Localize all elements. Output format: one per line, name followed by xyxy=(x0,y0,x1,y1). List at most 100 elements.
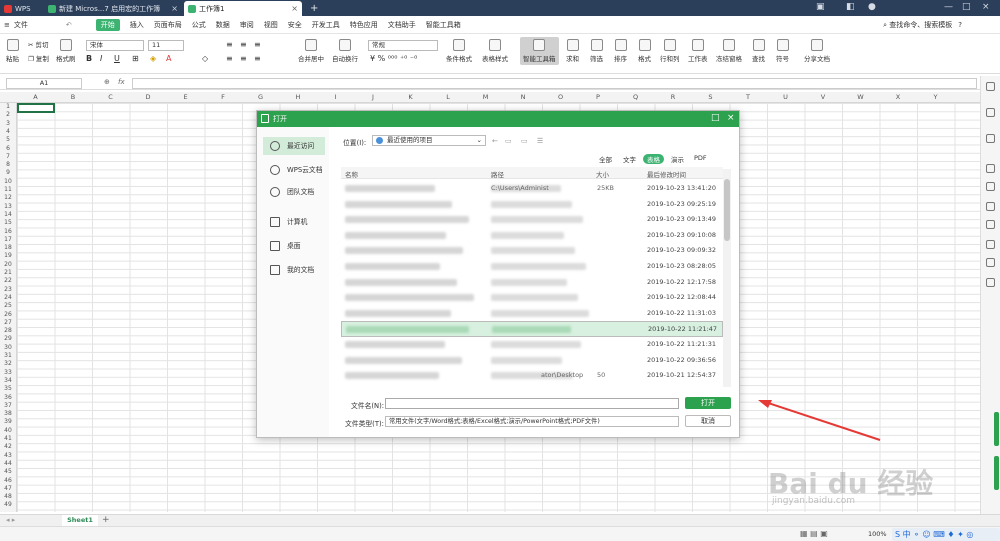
sidebar-item-desktop[interactable]: 桌面 xyxy=(263,237,325,255)
column-header[interactable]: C xyxy=(92,93,129,101)
column-header[interactable]: G xyxy=(242,93,279,101)
row-header[interactable]: 25 xyxy=(0,302,16,309)
column-header[interactable]: H xyxy=(280,93,317,101)
row-header[interactable]: 26 xyxy=(0,311,16,318)
column-header[interactable]: R xyxy=(655,93,692,101)
header-date[interactable]: 最后修改时间 xyxy=(647,169,686,179)
conditional-format-button[interactable]: 条件格式 xyxy=(446,39,472,63)
row-header[interactable]: 20 xyxy=(0,261,16,268)
tab-workbook1[interactable]: 工作簿1 × xyxy=(184,1,302,16)
find-button[interactable]: 查找 xyxy=(752,39,765,63)
tab-wps-home[interactable]: WPS xyxy=(0,1,44,16)
cancel-button[interactable]: 取消 xyxy=(685,415,731,427)
column-header[interactable]: M xyxy=(467,93,504,101)
avatar-icon[interactable]: ● xyxy=(868,2,876,12)
row-header[interactable]: 29 xyxy=(0,335,16,342)
row-header[interactable]: 36 xyxy=(0,394,16,401)
align-middle-icon[interactable]: ≡ xyxy=(240,40,247,49)
filetype-select[interactable]: 常用文件(文字/Word格式;表格/Excel格式;演示/PowerPoint格… xyxy=(385,416,679,427)
sum-button[interactable]: 求和 xyxy=(566,39,579,63)
underline-button[interactable]: U xyxy=(114,54,120,63)
panel-tool-icon[interactable] xyxy=(986,278,995,287)
dialog-close-icon[interactable]: × xyxy=(727,113,735,123)
menu-view[interactable]: 视图 xyxy=(264,20,278,30)
view-menu-icon[interactable]: ☰ xyxy=(537,137,543,145)
fill-color-icon[interactable]: ◈ xyxy=(150,54,156,63)
file-row[interactable]: 2019-10-22 11:21:31 xyxy=(341,337,723,353)
tab-macro-workbook[interactable]: 新建 Micros...7 启用宏的工作簿 × xyxy=(44,1,182,16)
file-row[interactable]: 2019-10-22 09:36:56 xyxy=(341,353,723,369)
sidebar-item-recent[interactable]: 最近访问 xyxy=(263,137,325,155)
row-header[interactable]: 23 xyxy=(0,286,16,293)
column-header[interactable]: T xyxy=(730,93,767,101)
sheet-tab-sheet1[interactable]: Sheet1 xyxy=(62,515,98,526)
format-button[interactable]: 格式 xyxy=(638,39,651,63)
filter-pdf[interactable]: PDF xyxy=(694,154,707,162)
copy-button[interactable]: ❐ 复制 xyxy=(28,53,49,63)
font-color-icon[interactable]: A xyxy=(166,54,171,63)
close-window-icon[interactable]: × xyxy=(982,2,990,12)
menu-review[interactable]: 审阅 xyxy=(240,20,254,30)
column-header[interactable]: L xyxy=(430,93,467,101)
scroll-thumb[interactable] xyxy=(724,179,730,241)
filter-all[interactable]: 全部 xyxy=(599,154,612,164)
column-header[interactable]: D xyxy=(130,93,167,101)
sidebar-item-wps-cloud[interactable]: WPS云文档 xyxy=(263,161,325,179)
bold-button[interactable]: B xyxy=(86,54,92,63)
row-header[interactable]: 28 xyxy=(0,327,16,334)
font-family-select[interactable]: 宋体 xyxy=(86,40,144,51)
row-header[interactable]: 35 xyxy=(0,385,16,392)
row-header[interactable]: 3 xyxy=(0,120,16,127)
share-doc-button[interactable]: 分享文档 xyxy=(804,39,830,63)
folder-up-icon[interactable]: ▭ xyxy=(505,137,512,145)
panel-tool-icon[interactable] xyxy=(986,108,995,117)
file-row[interactable]: 2019-10-23 09:13:49 xyxy=(341,212,723,228)
minimize-icon[interactable]: — xyxy=(944,2,953,12)
row-header[interactable]: 33 xyxy=(0,369,16,376)
open-button[interactable]: 打开 xyxy=(685,397,731,409)
row-header[interactable]: 47 xyxy=(0,485,16,492)
panel-tool-icon[interactable] xyxy=(986,82,995,91)
row-header[interactable]: 41 xyxy=(0,435,16,442)
file-row[interactable]: 2019-10-22 12:08:44 xyxy=(341,290,723,306)
column-header[interactable]: E xyxy=(167,93,204,101)
filter-presentation[interactable]: 演示 xyxy=(671,154,684,164)
menu-data[interactable]: 数据 xyxy=(216,20,230,30)
row-header[interactable]: 19 xyxy=(0,252,16,259)
column-header[interactable]: P xyxy=(580,93,617,101)
header-size[interactable]: 大小 xyxy=(596,169,609,179)
sheet-nav-icons[interactable]: ◂ ▸ xyxy=(6,516,15,524)
panel-tool-icon[interactable] xyxy=(986,240,995,249)
badge-2-icon[interactable]: ▣ xyxy=(816,2,825,12)
close-tab-icon[interactable]: × xyxy=(171,4,178,13)
number-format-select[interactable]: 常规 xyxy=(368,40,438,51)
header-path[interactable]: 路径 xyxy=(491,169,504,179)
row-header[interactable]: 43 xyxy=(0,452,16,459)
file-row[interactable]: 2019-10-23 09:09:32 xyxy=(341,243,723,259)
panel-tool-icon[interactable] xyxy=(986,220,995,229)
column-header[interactable]: N xyxy=(505,93,542,101)
filter-writer[interactable]: 文字 xyxy=(623,154,636,164)
wrap-text-button[interactable]: 自动换行 xyxy=(332,39,358,63)
row-header[interactable]: 37 xyxy=(0,402,16,409)
menu-insert[interactable]: 插入 xyxy=(130,20,144,30)
smart-toolbox-button[interactable]: 智能工具箱 xyxy=(520,37,559,65)
row-header[interactable]: 14 xyxy=(0,211,16,218)
row-header[interactable]: 21 xyxy=(0,269,16,276)
close-tab-icon[interactable]: × xyxy=(291,4,298,13)
row-header[interactable]: 38 xyxy=(0,410,16,417)
row-header[interactable]: 49 xyxy=(0,501,16,508)
clear-format-icon[interactable]: ◇ xyxy=(202,54,208,63)
column-header[interactable]: A xyxy=(17,93,54,101)
ime-icons[interactable]: S 中 ⚬ ☺ ⌨ ♦ ✦ ◎ xyxy=(895,529,973,540)
row-header[interactable]: 13 xyxy=(0,203,16,210)
column-header[interactable]: F xyxy=(205,93,242,101)
column-header[interactable]: K xyxy=(392,93,429,101)
name-box[interactable]: A1 xyxy=(6,78,82,89)
panel-tool-icon[interactable] xyxy=(986,202,995,211)
row-header[interactable]: 12 xyxy=(0,194,16,201)
merge-center-button[interactable]: 合并居中 xyxy=(298,39,324,63)
menu-developer[interactable]: 开发工具 xyxy=(312,20,340,30)
row-header[interactable]: 39 xyxy=(0,418,16,425)
align-bottom-icon[interactable]: ≡ xyxy=(254,40,261,49)
